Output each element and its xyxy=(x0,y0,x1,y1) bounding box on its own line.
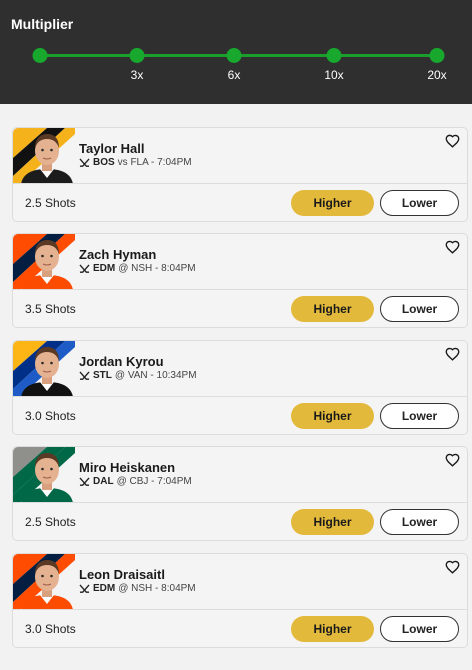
game-info: BOS vs FLA - 7:04PM xyxy=(79,157,192,168)
heart-icon[interactable] xyxy=(445,560,460,575)
team-abbr: EDM xyxy=(93,263,116,274)
matchup-time: @ NSH - 8:04PM xyxy=(118,263,196,274)
multiplier-stop-20x[interactable] xyxy=(429,48,445,63)
player-headshot xyxy=(13,447,75,502)
heart-icon[interactable] xyxy=(445,240,460,255)
multiplier-header: Multiplier 3x 6x 10x 20x xyxy=(0,0,472,104)
game-info: DAL @ CBJ - 7:04PM xyxy=(79,476,192,487)
player-card-2: Zach Hyman EDM @ NSH - 8:04PM 3.5 Shots … xyxy=(12,233,468,328)
player-card-4: Miro Heiskanen DAL @ CBJ - 7:04PM 2.5 Sh… xyxy=(12,446,468,541)
matchup-time: @ NSH - 8:04PM xyxy=(118,583,196,594)
projection-row: 2.5 Shots Higher Lower xyxy=(13,503,467,540)
game-info: EDM @ NSH - 8:04PM xyxy=(79,263,196,274)
lower-button[interactable]: Lower xyxy=(380,403,459,429)
lower-button[interactable]: Lower xyxy=(380,296,459,322)
higher-button[interactable]: Higher xyxy=(291,190,374,216)
stat-line: 3.0 Shots xyxy=(25,409,76,423)
hockey-sticks-icon xyxy=(79,157,90,167)
projection-row: 3.0 Shots Higher Lower xyxy=(13,397,467,434)
lower-button[interactable]: Lower xyxy=(380,616,459,642)
multiplier-label-6x: 6x xyxy=(227,68,241,82)
player-name: Jordan Kyrou xyxy=(79,354,164,369)
team-abbr: STL xyxy=(93,370,112,381)
hockey-sticks-icon xyxy=(79,370,90,380)
player-card-5: Leon Draisaitl EDM @ NSH - 8:04PM 3.0 Sh… xyxy=(12,553,468,648)
player-headshot xyxy=(13,128,75,183)
multiplier-label-3x: 3x xyxy=(130,68,144,82)
heart-icon[interactable] xyxy=(445,453,460,468)
higher-button[interactable]: Higher xyxy=(291,509,374,535)
hockey-sticks-icon xyxy=(79,263,90,273)
hockey-sticks-icon xyxy=(79,583,90,593)
game-info: EDM @ NSH - 8:04PM xyxy=(79,583,196,594)
player-info: Taylor Hall BOS vs FLA - 7:04PM xyxy=(13,128,467,184)
lower-button[interactable]: Lower xyxy=(380,190,459,216)
higher-button[interactable]: Higher xyxy=(291,616,374,642)
stat-line: 3.5 Shots xyxy=(25,302,76,316)
hockey-sticks-icon xyxy=(79,476,90,486)
heart-icon[interactable] xyxy=(445,347,460,362)
player-info: Miro Heiskanen DAL @ CBJ - 7:04PM xyxy=(13,447,467,503)
player-card-3: Jordan Kyrou STL @ VAN - 10:34PM 3.0 Sho… xyxy=(12,340,468,435)
multiplier-title: Multiplier xyxy=(11,16,74,32)
game-info: STL @ VAN - 10:34PM xyxy=(79,370,197,381)
multiplier-stop-10x[interactable] xyxy=(326,48,342,63)
team-abbr: EDM xyxy=(93,583,116,594)
heart-icon[interactable] xyxy=(445,134,460,149)
team-abbr: BOS xyxy=(93,157,115,168)
projection-row: 3.0 Shots Higher Lower xyxy=(13,610,467,647)
matchup-time: vs FLA - 7:04PM xyxy=(117,157,192,168)
player-name: Leon Draisaitl xyxy=(79,567,165,582)
player-card-1: Taylor Hall BOS vs FLA - 7:04PM 2.5 Shot… xyxy=(12,127,468,222)
player-headshot xyxy=(13,554,75,609)
team-abbr: DAL xyxy=(93,476,114,487)
player-headshot xyxy=(13,341,75,396)
multiplier-stop-1[interactable] xyxy=(32,48,48,63)
player-name: Miro Heiskanen xyxy=(79,460,176,475)
multiplier-label-10x: 10x xyxy=(324,68,344,82)
player-name: Taylor Hall xyxy=(79,141,145,156)
multiplier-label-20x: 20x xyxy=(427,68,447,82)
projection-row: 3.5 Shots Higher Lower xyxy=(13,290,467,327)
higher-button[interactable]: Higher xyxy=(291,403,374,429)
player-name: Zach Hyman xyxy=(79,247,157,262)
stat-line: 3.0 Shots xyxy=(25,622,76,636)
stat-line: 2.5 Shots xyxy=(25,196,76,210)
projection-row: 2.5 Shots Higher Lower xyxy=(13,184,467,221)
matchup-time: @ CBJ - 7:04PM xyxy=(116,476,192,487)
multiplier-stop-3x[interactable] xyxy=(129,48,145,63)
stat-line: 2.5 Shots xyxy=(25,515,76,529)
multiplier-stop-6x[interactable] xyxy=(226,48,242,63)
player-info: Zach Hyman EDM @ NSH - 8:04PM xyxy=(13,234,467,290)
player-headshot xyxy=(13,234,75,289)
lower-button[interactable]: Lower xyxy=(380,509,459,535)
player-info: Leon Draisaitl EDM @ NSH - 8:04PM xyxy=(13,554,467,610)
player-info: Jordan Kyrou STL @ VAN - 10:34PM xyxy=(13,341,467,397)
higher-button[interactable]: Higher xyxy=(291,296,374,322)
matchup-time: @ VAN - 10:34PM xyxy=(114,370,197,381)
